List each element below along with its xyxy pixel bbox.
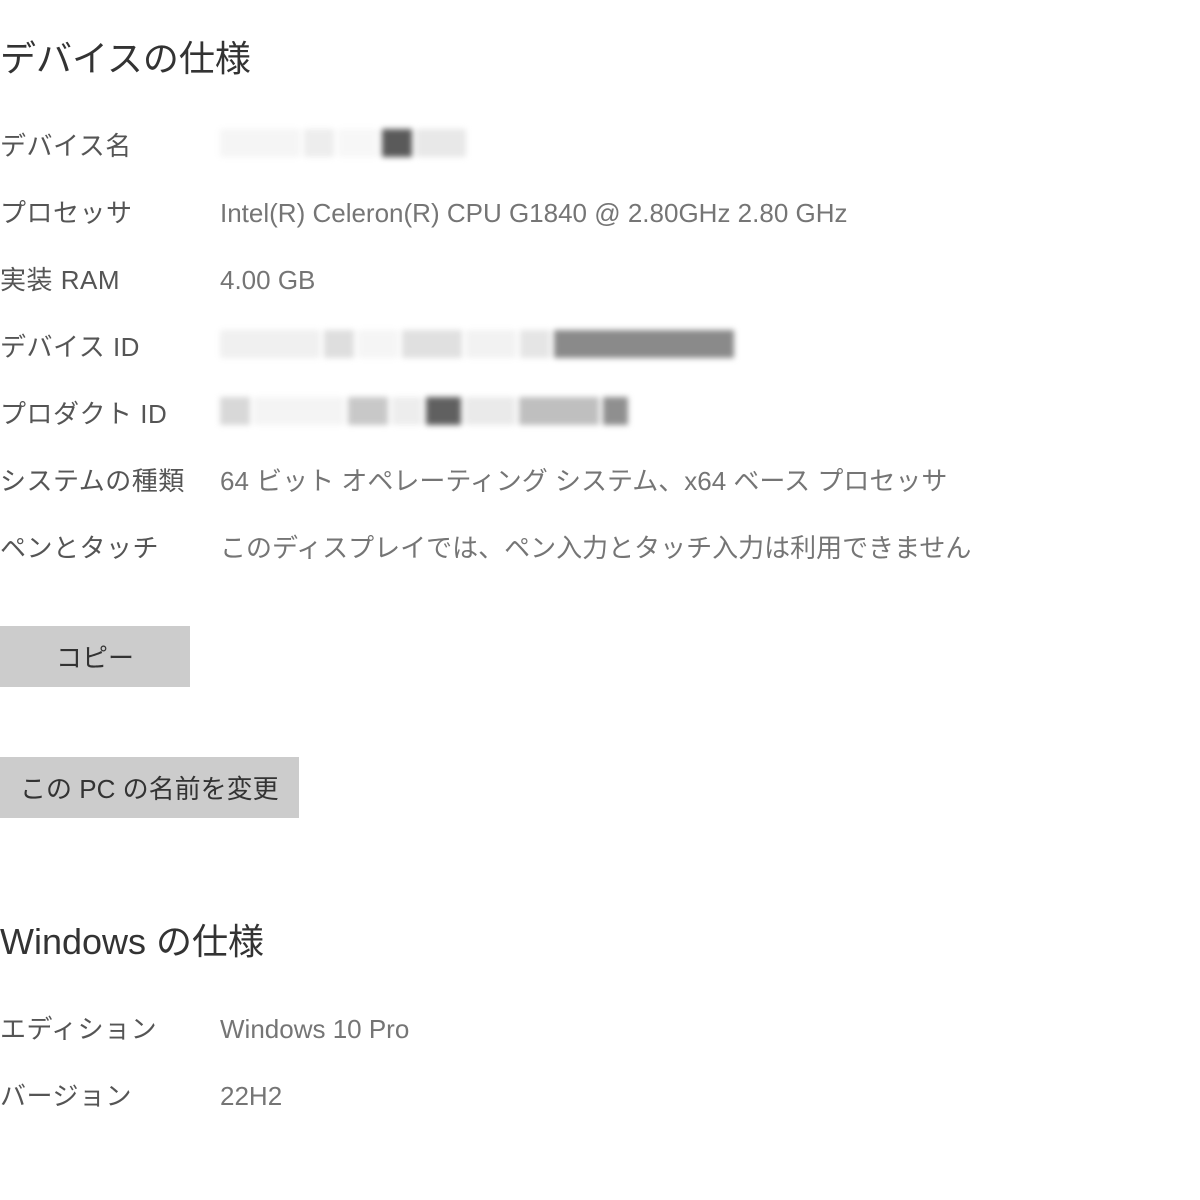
device-spec-heading: デバイスの仕様 (0, 30, 1200, 82)
row-edition: エディション Windows 10 Pro (0, 1010, 1200, 1049)
value-system-type: 64 ビット オペレーティング システム、x64 ベース プロセッサ (220, 462, 1200, 501)
redacted-device-id (220, 328, 1200, 360)
rename-pc-button[interactable]: この PC の名前を変更 (0, 757, 299, 818)
redacted-product-id (220, 395, 1200, 427)
value-pen-touch: このディスプレイでは、ペン入力とタッチ入力は利用できません (220, 529, 1200, 568)
row-ram: 実装 RAM 4.00 GB (0, 261, 1200, 300)
label-processor: プロセッサ (0, 194, 220, 233)
value-device-name (220, 127, 1200, 159)
row-device-id: デバイス ID (0, 328, 1200, 367)
redacted-device-name (220, 127, 1200, 159)
windows-spec-heading: Windows の仕様 (0, 913, 1200, 965)
value-ram: 4.00 GB (220, 261, 1200, 300)
label-ram: 実装 RAM (0, 261, 220, 300)
label-system-type: システムの種類 (0, 462, 220, 501)
value-edition: Windows 10 Pro (220, 1010, 1200, 1049)
label-product-id: プロダクト ID (0, 395, 220, 434)
row-device-name: デバイス名 (0, 127, 1200, 166)
value-product-id (220, 395, 1200, 427)
row-version: バージョン 22H2 (0, 1077, 1200, 1116)
label-pen-touch: ペンとタッチ (0, 529, 220, 568)
row-processor: プロセッサ Intel(R) Celeron(R) CPU G1840 @ 2.… (0, 194, 1200, 233)
value-version: 22H2 (220, 1077, 1200, 1116)
row-system-type: システムの種類 64 ビット オペレーティング システム、x64 ベース プロセ… (0, 462, 1200, 501)
label-version: バージョン (0, 1077, 220, 1116)
label-edition: エディション (0, 1010, 220, 1049)
label-device-name: デバイス名 (0, 127, 220, 166)
value-device-id (220, 328, 1200, 360)
row-product-id: プロダクト ID (0, 395, 1200, 434)
value-processor: Intel(R) Celeron(R) CPU G1840 @ 2.80GHz … (220, 194, 1200, 233)
label-device-id: デバイス ID (0, 328, 220, 367)
row-pen-touch: ペンとタッチ このディスプレイでは、ペン入力とタッチ入力は利用できません (0, 529, 1200, 568)
copy-button[interactable]: コピー (0, 626, 190, 687)
